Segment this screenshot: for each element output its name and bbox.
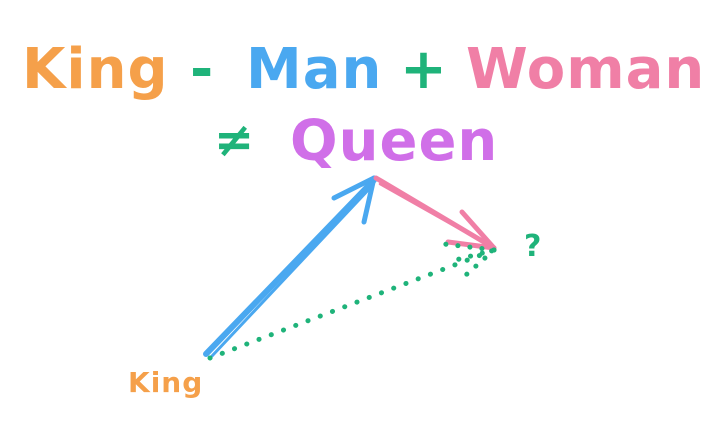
- equation-minus: -: [190, 37, 214, 102]
- result-vector-dotted: [207, 241, 497, 361]
- diagram-svg: King - Man + Woman ≠ Queen King ?: [22, 37, 705, 399]
- woman-vector-arrow: [373, 175, 497, 251]
- equation-not-equal: ≠: [214, 112, 255, 168]
- equation-plus: +: [400, 37, 448, 102]
- equation-man: Man: [246, 37, 382, 102]
- diagram-canvas: King - Man + Woman ≠ Queen King ?: [0, 0, 710, 426]
- question-label: ?: [524, 229, 542, 264]
- man-vector-arrow: [203, 175, 377, 358]
- equation-woman: Woman: [466, 37, 705, 102]
- king-point-label: King: [128, 366, 203, 399]
- equation-queen: Queen: [290, 109, 498, 174]
- equation-king: King: [22, 37, 169, 102]
